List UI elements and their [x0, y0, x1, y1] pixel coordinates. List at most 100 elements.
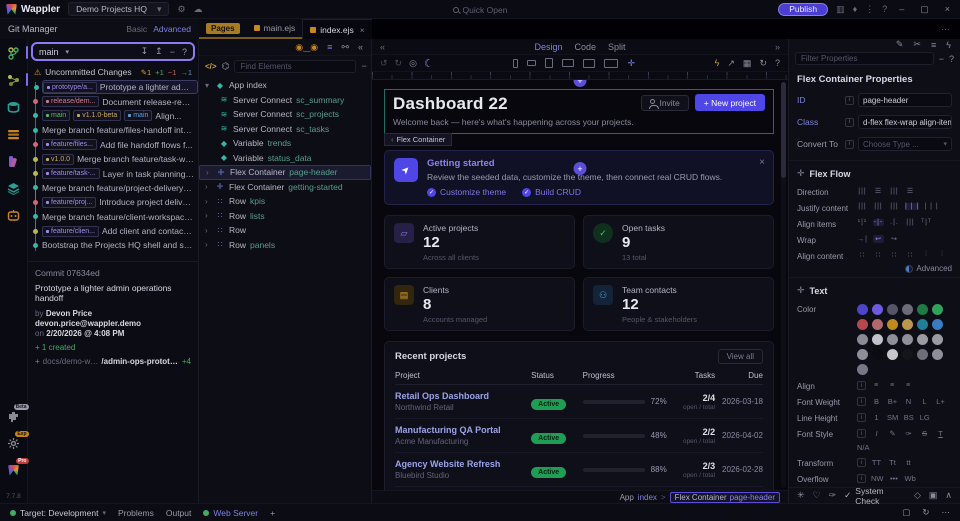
help-icon[interactable]: ? — [182, 47, 187, 57]
table-row[interactable]: Shipment Tracking MVPOrbit Logistics Act… — [395, 487, 763, 490]
text-align-center-icon[interactable]: ≡ — [887, 382, 898, 389]
git-panel-icon[interactable] — [6, 45, 28, 61]
add-element-button[interactable]: + — [573, 162, 587, 175]
eraser-icon[interactable]: ◇ — [914, 490, 921, 501]
commit-row[interactable]: feature/files... Add file handoff flows f… — [33, 138, 198, 152]
commit-row[interactable]: prototype/a... Prototype a lighter admi..… — [34, 80, 198, 95]
tree-item-flex-container[interactable]: › ✛ Flex Container getting-started — [199, 180, 371, 195]
wappler-pro-icon[interactable]: Pro — [6, 458, 29, 478]
wrap-icon[interactable]: ↩ — [873, 235, 884, 243]
commit-row[interactable]: Merge branch feature/files-handoff into … — [33, 123, 198, 137]
class-input[interactable]: d-flex flex-wrap align-items-center j — [858, 115, 952, 129]
list-view-icon[interactable]: ≡ — [327, 42, 332, 52]
system-check-button[interactable]: ✓ System Check — [844, 486, 906, 506]
output-button[interactable]: Output — [166, 508, 192, 518]
changed-file-row[interactable]: +docs/demo-workfl.../admin-ops-prototype… — [35, 357, 191, 366]
color-swatch[interactable] — [857, 334, 868, 345]
collapse-right-icon[interactable]: » — [775, 42, 780, 52]
workflows-panel-icon[interactable] — [6, 72, 28, 88]
align-end-icon[interactable]: .|. — [889, 219, 900, 226]
responsive-resize-icon[interactable]: ✛ — [627, 58, 635, 69]
color-swatch[interactable] — [887, 304, 898, 315]
color-swatch[interactable] — [857, 349, 868, 360]
collapse-left-icon[interactable]: « — [380, 42, 385, 52]
overflow-ellipsis[interactable]: ••• — [889, 474, 900, 483]
commit-row[interactable]: v1.0.0 Merge branch feature/task-wor... — [33, 152, 198, 166]
tab-main-ejs[interactable]: main.ejs — [247, 19, 303, 37]
tree-item-row[interactable]: › ∷ Row kpis — [199, 194, 371, 209]
tab-index-ejs[interactable]: index.ejs × — [302, 19, 373, 39]
tab-pages[interactable]: Pages — [199, 19, 247, 37]
advanced-toggle[interactable]: Advanced — [789, 264, 960, 277]
collapse-panel-icon[interactable]: « — [358, 42, 363, 52]
wrap-reverse-icon[interactable]: ↪ — [889, 235, 900, 243]
color-swatch[interactable] — [902, 349, 913, 360]
branch-selector[interactable]: main ▾ ↧ ↥ − ? — [31, 42, 195, 61]
color-swatch[interactable] — [932, 334, 943, 345]
color-swatch[interactable] — [917, 304, 928, 315]
device-tv-icon[interactable] — [604, 58, 619, 68]
project-selector[interactable]: Demo Projects HQ ▾ — [68, 2, 170, 16]
color-swatch[interactable] — [872, 319, 883, 330]
help-icon[interactable]: ? — [775, 58, 780, 68]
table-row[interactable]: Agency Website Refresh Bluebird Studio Ac… — [395, 453, 763, 487]
pen-icon[interactable]: ✑ — [903, 429, 914, 438]
capitalize-icon[interactable]: Tt — [887, 458, 898, 467]
line-height-sm[interactable]: SM — [887, 413, 898, 422]
refresh-icon[interactable]: ↻ — [759, 58, 767, 69]
align-center-icon[interactable]: -|- — [873, 219, 884, 226]
cloud-sync-icon[interactable]: ☁ — [194, 4, 203, 15]
ai-robot-icon[interactable]: ◉‿◉ — [295, 42, 318, 53]
tree-item-variable[interactable]: ◆ Variable status_data — [199, 151, 371, 166]
build-crud-link[interactable]: ✓ Build CRUD — [522, 187, 581, 197]
git-pull-icon[interactable]: ↧ — [141, 46, 149, 57]
font-weight-bold[interactable]: B — [871, 397, 882, 406]
window-close-button[interactable]: × — [941, 4, 954, 14]
direction-row-icon[interactable]: ||| — [857, 188, 868, 195]
color-swatch[interactable] — [932, 349, 943, 360]
add-element-button[interactable]: + — [573, 80, 587, 87]
color-swatch[interactable] — [872, 349, 883, 360]
layers-panel-icon[interactable] — [6, 180, 22, 196]
commit-row[interactable]: Merge branch feature/client-workspace in… — [33, 210, 198, 224]
content-stretch-icon[interactable]: ⫶ — [937, 251, 948, 259]
overflow-wordbreak[interactable]: Wb — [905, 474, 916, 483]
thumbs-up-icon[interactable]: ♡ — [813, 490, 821, 501]
justify-center-icon[interactable]: ||| — [873, 203, 884, 210]
color-swatch[interactable] — [917, 334, 928, 345]
breadcrumb-selected-element[interactable]: Flex Container page-header — [669, 491, 780, 503]
color-swatch[interactable] — [872, 304, 883, 315]
selected-element-tag[interactable]: ‹ Flex Container — [384, 133, 453, 146]
id-input[interactable]: page-header — [858, 93, 952, 107]
actions-bolt-icon[interactable]: ϟ — [946, 40, 951, 50]
color-swatch[interactable] — [917, 349, 928, 360]
package-icon[interactable]: ▣ — [929, 490, 938, 501]
window-maximize-button[interactable]: ▢ — [916, 4, 933, 15]
redo-icon[interactable]: ↻ — [395, 58, 403, 69]
split-view-icon[interactable]: ▥ — [836, 4, 845, 15]
italic-icon[interactable]: I — [871, 429, 882, 438]
table-row[interactable]: Manufacturing QA Portal Acme Manufacturin… — [395, 419, 763, 453]
breadcrumb-index[interactable]: index — [638, 493, 657, 502]
web-server-status[interactable]: Web Server — [203, 508, 258, 518]
color-swatch[interactable] — [917, 319, 928, 330]
mode-split[interactable]: Split — [608, 42, 626, 52]
convert-to-select[interactable]: Choose Type ... ▾ — [858, 137, 952, 151]
target-selector[interactable]: Target: Development ▾ — [10, 508, 106, 518]
minimize-icon[interactable]: − — [361, 61, 366, 71]
stop-icon[interactable]: ▢ — [902, 507, 910, 518]
settings-gear-icon[interactable]: ⚙ — [177, 4, 185, 15]
color-swatch[interactable] — [872, 334, 883, 345]
device-phone-icon[interactable] — [513, 58, 519, 68]
device-tablet-icon[interactable] — [545, 58, 554, 68]
ai-assistant-icon[interactable] — [6, 207, 22, 223]
font-weight-normal[interactable]: N — [903, 397, 914, 406]
more-icon[interactable]: ⋯ — [942, 507, 951, 518]
table-row[interactable]: Retail Ops Dashboard Northwind Retail Act… — [395, 385, 763, 419]
content-end-icon[interactable]: ∷ — [889, 251, 900, 259]
direction-row-reverse-icon[interactable]: ||| — [889, 188, 900, 195]
device-desktop-icon[interactable] — [583, 58, 596, 68]
help-icon[interactable]: ? — [882, 4, 887, 14]
color-swatch[interactable] — [902, 334, 913, 345]
edit-code-icon[interactable]: ✎ — [896, 39, 904, 50]
